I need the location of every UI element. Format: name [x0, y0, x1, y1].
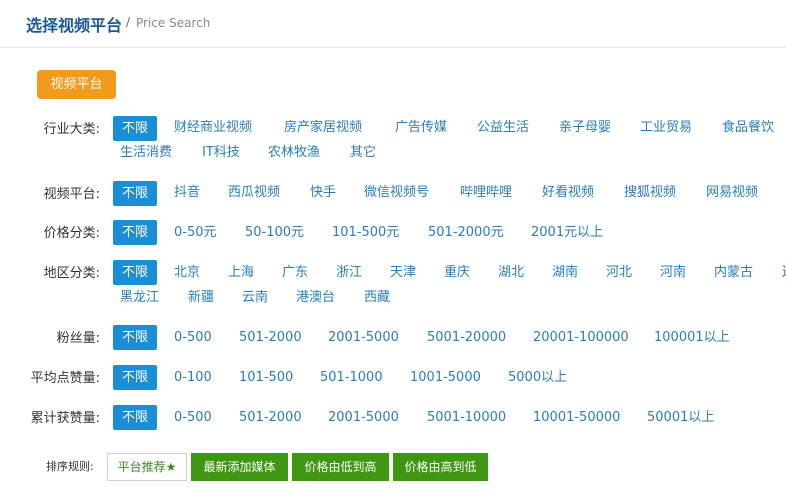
page-subtitle: Price Search — [136, 16, 211, 30]
region-option[interactable]: 上海 — [228, 263, 254, 283]
region-option[interactable]: 浙江 — [336, 263, 362, 283]
total-likes-option[interactable]: 0-500 — [174, 408, 212, 428]
region-option[interactable]: 黑龙江 — [120, 288, 159, 308]
sort-recommended-button[interactable]: 平台推荐★ — [107, 453, 187, 481]
fans-option[interactable]: 501-2000 — [239, 328, 302, 348]
avg-likes-option[interactable]: 1001-5000 — [410, 368, 481, 388]
region-option[interactable]: 新疆 — [188, 288, 214, 308]
fans-option[interactable]: 20001-100000 — [533, 328, 629, 348]
filter-label-region: 地区分类: — [43, 266, 100, 281]
region-option[interactable]: 北京 — [174, 263, 200, 283]
region-option[interactable]: 西藏 — [364, 288, 390, 308]
sort-price-desc-button[interactable]: 价格由高到低 — [393, 453, 488, 481]
filter-all-avg-likes[interactable]: 不限 — [113, 365, 157, 390]
industry-option[interactable]: IT科技 — [202, 143, 240, 163]
filter-all-price[interactable]: 不限 — [113, 220, 157, 245]
industry-option[interactable]: 广告传媒 — [395, 118, 447, 138]
price-option[interactable]: 2001元以上 — [531, 223, 603, 243]
filter-label-industry: 行业大类: — [43, 122, 100, 137]
fans-option[interactable]: 5001-20000 — [427, 328, 506, 348]
industry-option[interactable]: 财经商业视频 — [174, 118, 252, 138]
region-option[interactable]: 内蒙古 — [714, 263, 753, 283]
total-likes-option[interactable]: 501-2000 — [239, 408, 302, 428]
platform-option[interactable]: 西瓜视频 — [228, 183, 280, 203]
price-option[interactable]: 50-100元 — [245, 223, 304, 243]
industry-option[interactable]: 亲子母婴 — [559, 118, 611, 138]
industry-option[interactable]: 工业贸易 — [640, 118, 692, 138]
region-option[interactable]: 河南 — [660, 263, 686, 283]
platform-option[interactable]: 搜狐视频 — [624, 183, 676, 203]
filter-label-price: 价格分类: — [43, 226, 100, 241]
industry-option[interactable]: 公益生活 — [477, 118, 529, 138]
industry-option[interactable]: 房产家居视频 — [284, 118, 362, 138]
sort-label: 排序规则: — [46, 460, 94, 473]
industry-option[interactable]: 生活消费 — [120, 143, 172, 163]
filter-label-total-likes: 累计获赞量: — [30, 411, 100, 426]
platform-option[interactable]: 快手 — [310, 183, 336, 203]
avg-likes-option[interactable]: 0-100 — [174, 368, 212, 388]
region-option[interactable]: 天津 — [390, 263, 416, 283]
platform-option[interactable]: 好看视频 — [542, 183, 594, 203]
platform-option[interactable]: 微信视频号 — [364, 183, 429, 203]
filter-all-total-likes[interactable]: 不限 — [113, 405, 157, 430]
filter-all-fans[interactable]: 不限 — [113, 325, 157, 350]
fans-option[interactable]: 2001-5000 — [328, 328, 399, 348]
industry-option[interactable]: 农林牧渔 — [268, 143, 320, 163]
industry-option[interactable]: 食品餐饮 — [722, 118, 774, 138]
avg-likes-option[interactable]: 5000以上 — [508, 368, 567, 388]
region-option[interactable]: 港澳台 — [296, 288, 335, 308]
avg-likes-option[interactable]: 501-1000 — [320, 368, 383, 388]
region-option[interactable]: 河北 — [606, 263, 632, 283]
total-likes-option[interactable]: 10001-50000 — [533, 408, 620, 428]
region-option[interactable]: 湖南 — [552, 263, 578, 283]
breadcrumb-separator: / — [126, 15, 131, 29]
page-title: 选择视频平台 — [26, 16, 123, 35]
sort-price-asc-button[interactable]: 价格由低到高 — [292, 453, 389, 481]
industry-option[interactable]: 其它 — [350, 143, 376, 163]
total-likes-option[interactable]: 5001-10000 — [427, 408, 506, 428]
avg-likes-option[interactable]: 101-500 — [239, 368, 293, 388]
platform-option[interactable]: 哔哩哔哩 — [460, 183, 512, 203]
total-likes-option[interactable]: 50001以上 — [647, 408, 714, 428]
region-option[interactable]: 广东 — [282, 263, 308, 283]
fans-option[interactable]: 100001以上 — [654, 328, 730, 348]
filter-label-avg-likes: 平均点赞量: — [30, 371, 100, 386]
page-header: 选择视频平台 / Price Search — [0, 0, 786, 48]
region-option[interactable]: 云南 — [242, 288, 268, 308]
filter-label-fans: 粉丝量: — [56, 331, 100, 346]
platform-option[interactable]: 抖音 — [174, 183, 200, 203]
total-likes-option[interactable]: 2001-5000 — [328, 408, 399, 428]
region-option[interactable]: 湖北 — [498, 263, 524, 283]
fans-option[interactable]: 0-500 — [174, 328, 212, 348]
price-option[interactable]: 501-2000元 — [428, 223, 504, 243]
region-option[interactable]: 重庆 — [444, 263, 470, 283]
filter-all-platform[interactable]: 不限 — [113, 181, 157, 206]
filter-all-industry[interactable]: 不限 — [113, 116, 157, 141]
platform-option[interactable]: 网易视频 — [706, 183, 758, 203]
sort-newest-button[interactable]: 最新添加媒体 — [191, 453, 288, 481]
price-option[interactable]: 101-500元 — [332, 223, 399, 243]
filter-label-platform: 视频平台: — [43, 187, 100, 202]
filter-all-region[interactable]: 不限 — [113, 260, 157, 285]
price-option[interactable]: 0-50元 — [174, 223, 217, 243]
region-option[interactable]: 辽 — [782, 263, 786, 283]
tab-video-platform[interactable]: 视频平台 — [37, 70, 116, 99]
